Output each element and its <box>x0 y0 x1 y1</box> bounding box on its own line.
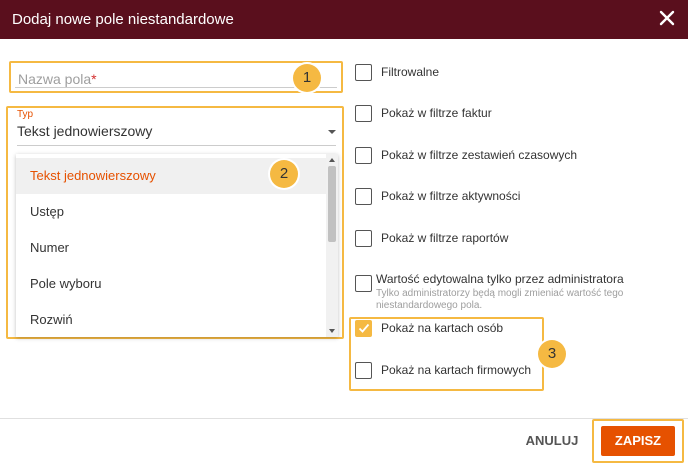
field-name-underline: Nazwa pola* <box>15 66 337 88</box>
checkbox-box[interactable] <box>355 147 372 164</box>
callout-badge-1: 1 <box>293 64 321 92</box>
checkbox-hint: Tylko administratorzy będą mogli zmienia… <box>376 288 624 311</box>
callout-badge-2: 2 <box>270 160 298 188</box>
checkbox-box[interactable] <box>355 230 372 247</box>
chevron-down-icon[interactable] <box>328 130 336 134</box>
checkbox-label: Pokaż w filtrze aktywności <box>381 189 521 203</box>
close-icon[interactable] <box>656 7 678 29</box>
cancel-button[interactable]: ANULUJ <box>520 431 584 451</box>
checkbox-box[interactable] <box>355 362 372 379</box>
required-mark: * <box>91 71 97 87</box>
checkbox-label: Pokaż na kartach osób <box>381 321 504 335</box>
checkbox-box[interactable] <box>355 64 372 81</box>
dialog-title: Dodaj nowe pole niestandardowe <box>12 11 234 28</box>
checkbox-box-checked[interactable] <box>355 320 372 337</box>
checkbox-box[interactable] <box>355 105 372 122</box>
placeholder-text: Nazwa pola <box>18 71 92 87</box>
type-select[interactable]: Typ Tekst jednowierszowy Tekst jednowier… <box>6 106 344 339</box>
type-label: Typ <box>17 109 34 120</box>
type-underline <box>17 145 336 146</box>
dialog-header: Dodaj nowe pole niestandardowe <box>0 0 688 39</box>
field-name-placeholder: Nazwa pola* <box>18 71 97 87</box>
checkbox-box[interactable] <box>355 275 372 292</box>
type-value: Tekst jednowierszowy <box>17 123 153 139</box>
scroll-down-icon[interactable] <box>329 329 335 333</box>
checkbox-label: Pokaż na kartach firmowych <box>381 363 532 377</box>
dropdown-option-checkbox[interactable]: Pole wyboru <box>16 266 326 302</box>
checkbox-label: Pokaż w filtrze raportów <box>381 231 509 245</box>
callout-badge-3: 3 <box>538 340 566 368</box>
checkmark-icon <box>358 323 370 333</box>
dropdown-scrollbar[interactable] <box>326 154 338 337</box>
checkbox-label: Wartość edytowalna tylko przez administr… <box>376 272 624 286</box>
dropdown-option-paragraph[interactable]: Ustęp <box>16 194 326 230</box>
save-button[interactable]: ZAPISZ <box>601 426 675 456</box>
footer-divider <box>0 418 688 419</box>
checkbox-label: Filtrowalne <box>381 65 440 79</box>
checkbox-box[interactable] <box>355 188 372 205</box>
dropdown-option-number[interactable]: Numer <box>16 230 326 266</box>
scrollbar-thumb[interactable] <box>328 166 336 242</box>
checkbox-label: Pokaż w filtrze faktur <box>381 106 492 120</box>
scroll-up-icon[interactable] <box>329 158 335 162</box>
dropdown-option-expand[interactable]: Rozwiń <box>16 302 326 337</box>
checkbox-label: Pokaż w filtrze zestawień czasowych <box>381 148 578 162</box>
